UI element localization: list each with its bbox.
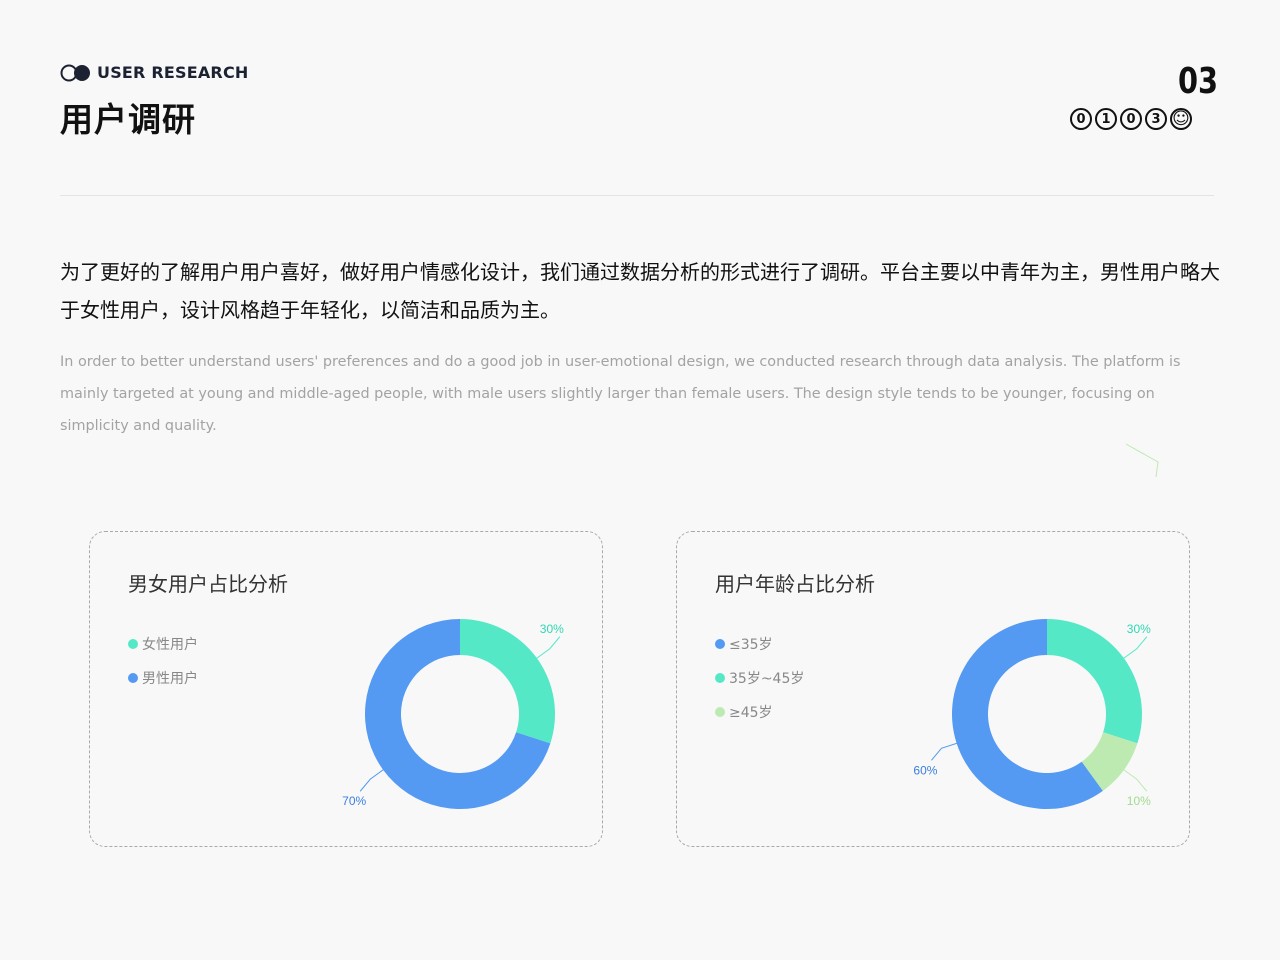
page-number-badges: 0 1 0 3 ☺ <box>1070 108 1192 130</box>
leader-line <box>1120 636 1148 661</box>
decorative-line <box>1125 443 1159 478</box>
badge-digit: 3 <box>1145 108 1167 130</box>
donut-slice <box>460 619 555 744</box>
badge-digit: 1 <box>1095 108 1117 130</box>
age-chart-card: 用户年龄占比分析 ≤35岁 35岁~45岁 ≥45岁 30% 10% 60% <box>676 531 1190 847</box>
badge-digit: 0 <box>1120 108 1142 130</box>
smiley-icon: ☺ <box>1170 108 1192 130</box>
header-divider <box>60 195 1214 196</box>
donut-chart: 30% 70% <box>342 619 564 809</box>
gender-chart-card: 男女用户占比分析 女性用户 男性用户 30% 70% <box>89 531 603 847</box>
page-number: 03 <box>1177 61 1218 102</box>
data-label: 30% <box>540 622 564 636</box>
leader-line <box>533 636 561 661</box>
intro-text-cn: 为了更好的了解用户用户喜好，做好用户情感化设计，我们通过数据分析的形式进行了调研… <box>60 260 1220 322</box>
donut-slice <box>1047 619 1142 744</box>
leader-line <box>931 741 961 761</box>
leader-line <box>359 767 387 792</box>
badge-digit: 0 <box>1070 108 1092 130</box>
leader-line <box>1120 767 1148 792</box>
donut-chart: 30% 10% 60% <box>913 619 1151 809</box>
logo-icon <box>60 64 90 82</box>
page-title: 用户调研 <box>60 100 196 139</box>
data-label: 60% <box>913 763 937 777</box>
section-eyebrow: USER RESEARCH <box>97 63 249 82</box>
intro-text-en: In order to better understand users' pre… <box>60 354 1181 434</box>
data-label: 10% <box>1127 794 1151 808</box>
data-label: 30% <box>1127 622 1151 636</box>
data-label: 70% <box>342 794 366 808</box>
